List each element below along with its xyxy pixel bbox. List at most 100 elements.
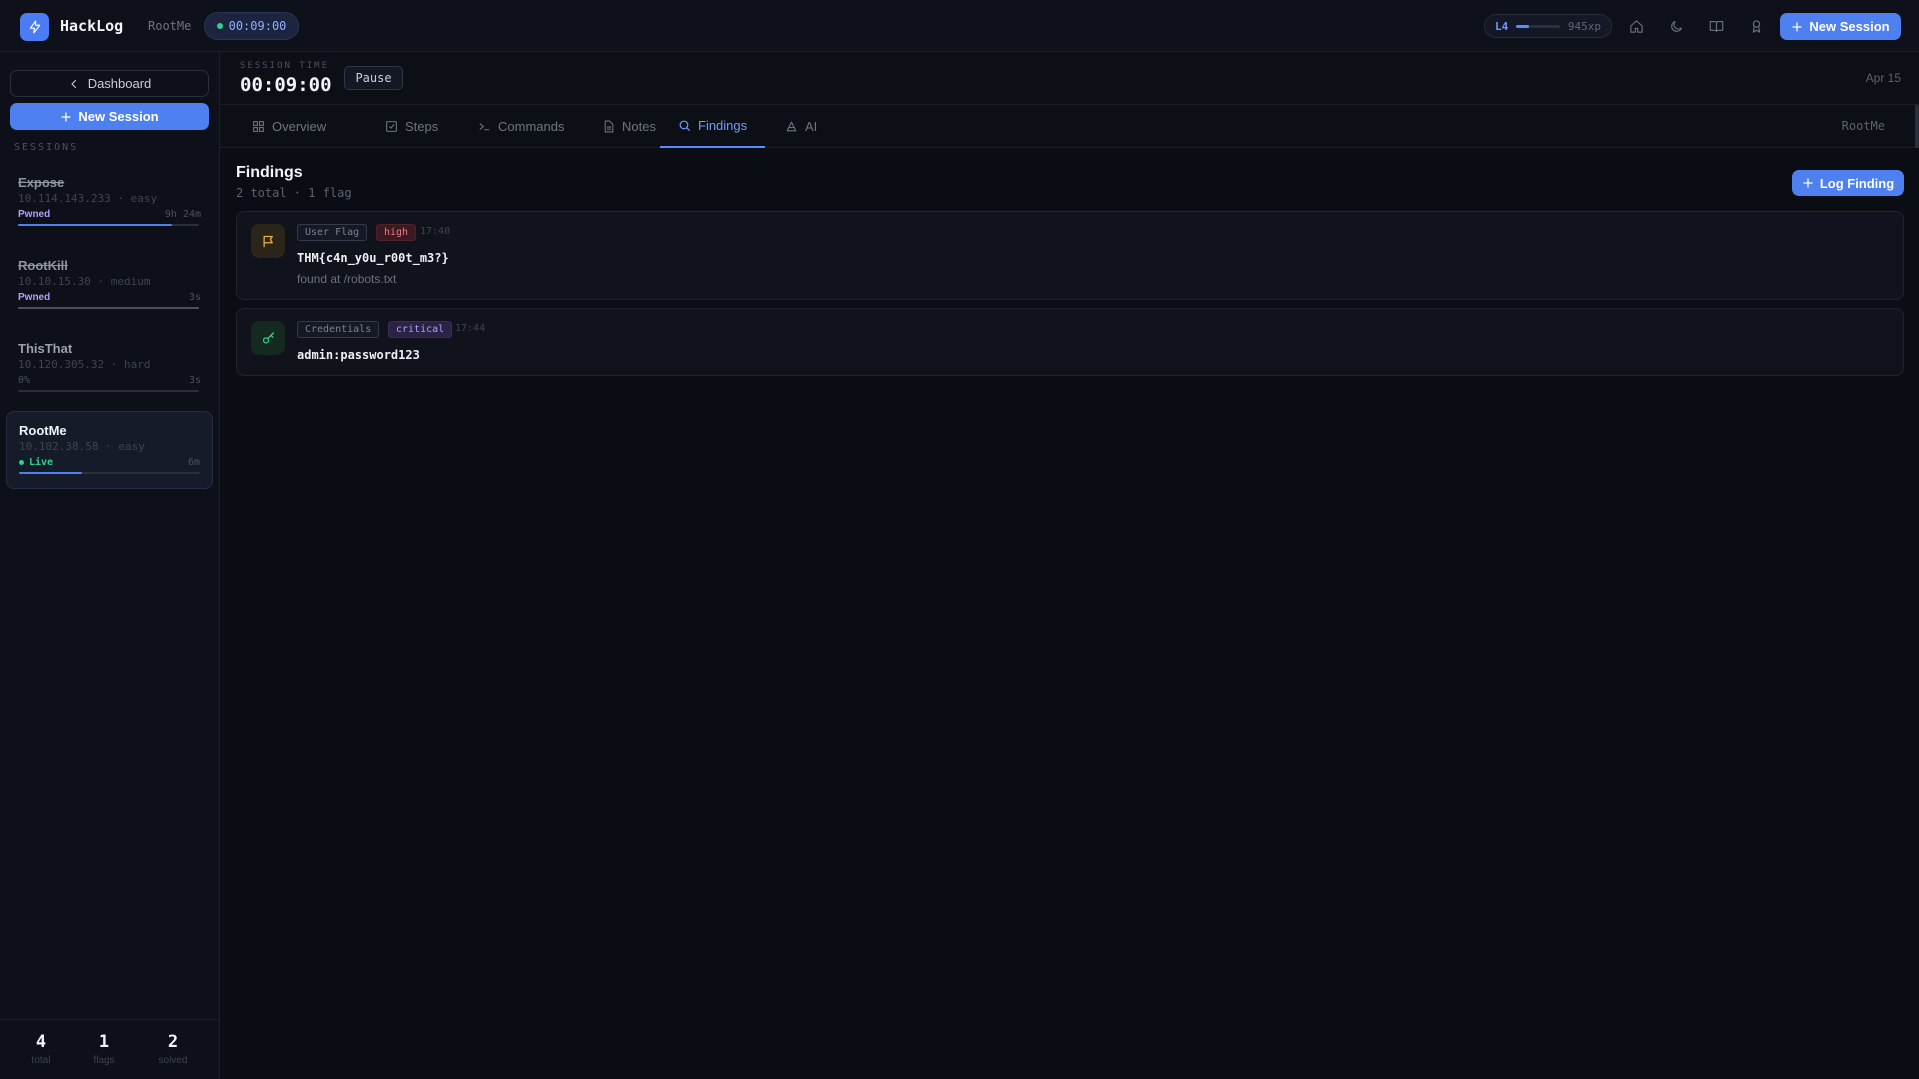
log-finding-label: Log Finding [1819,175,1895,191]
log-finding-button[interactable]: Log Finding [1792,170,1904,196]
stat-total: 4 total [11,1032,71,1066]
scrollbar[interactable] [1915,105,1919,148]
plus-icon [61,111,72,122]
plus-icon [1792,21,1803,32]
severity-badge: high [376,224,417,241]
session-timer-pill[interactable]: 00:09:00 [204,12,299,40]
tab-label: Steps [405,119,439,134]
moon-icon[interactable] [1664,14,1688,38]
stat-solved: 2 solved [143,1032,203,1066]
xp-progress-fill [1516,24,1530,28]
session-date: Apr 15 [1865,71,1901,85]
tab-findings[interactable]: Findings [660,105,766,148]
level-badge: L4 [1495,19,1509,33]
xp-progress-bar [1516,24,1560,28]
sidebar-new-session-button[interactable]: New Session [10,103,209,130]
pause-button[interactable]: Pause [344,66,403,90]
session-progress-bar [18,224,199,226]
tab-bar: Overview Steps Commands Notes Findings A… [220,105,1919,148]
finding-note: found at /robots.txt [297,272,397,286]
session-status-live: Live [19,457,53,468]
session-progress-fill [18,224,172,226]
stat-value: 1 [98,1032,110,1052]
session-item-expose[interactable]: Expose 10.114.143.233 · easy Pwned 9h 24… [6,164,213,240]
stat-value: 2 [167,1032,179,1052]
session-duration: 6m [187,457,200,468]
stat-label: total [31,1055,51,1066]
session-meta: 10.114.143.233 · easy [18,192,158,205]
session-name: ThisThat [18,341,73,356]
session-duration: 9h 24m [164,209,201,220]
session-progress-bar [18,390,199,392]
plus-icon [1803,178,1813,188]
session-duration: 3s [188,375,201,386]
session-meta: 10.10.15.30 · medium [18,275,151,288]
tab-overview[interactable]: Overview [234,105,344,148]
book-icon[interactable] [1704,14,1728,38]
session-item-thisthat[interactable]: ThisThat 10.120.305.32 · hard 0% 3s [6,330,213,406]
checkbox-icon [386,121,397,132]
award-icon[interactable] [1744,14,1768,38]
session-progress-bar [18,307,199,309]
session-progress-bar [19,472,200,474]
tab-label: Commands [498,119,565,134]
sidebar: Dashboard New Session SESSIONS Expose 10… [0,52,220,1079]
finding-time: 17:40 [420,226,451,237]
finding-time: 17:44 [455,323,486,334]
finding-value: admin:password123 [297,348,420,362]
stat-label: solved [158,1055,188,1066]
current-session-name: RootMe [148,19,192,33]
session-progress-fill [18,307,199,309]
ai-icon [786,121,797,132]
grid-icon [253,121,264,132]
stat-flags: 1 flags [74,1032,134,1066]
severity-badge: critical [388,321,453,338]
finding-card[interactable]: User Flag high 17:40 THM{c4n_y0u_r00t_m3… [236,211,1904,300]
finding-card[interactable]: Credentials critical 17:44 admin:passwor… [236,308,1904,376]
chevron-left-icon [71,79,76,88]
tab-ai[interactable]: AI [767,105,835,148]
tab-label: Overview [272,119,327,134]
session-status: Live [29,457,54,468]
session-status: Pwned [18,292,51,303]
home-icon[interactable] [1624,14,1648,38]
dashboard-label: Dashboard [87,76,152,91]
tab-label: AI [805,119,818,134]
session-stats: 4 total 1 flags 2 solved [0,1019,219,1079]
dashboard-button[interactable]: Dashboard [10,70,209,97]
timer-value: 00:09:00 [228,19,287,33]
new-session-label: New Session [1809,19,1890,34]
sidebar-new-session-label: New Session [78,109,159,124]
tab-label: Notes [622,119,656,134]
session-item-rootkill[interactable]: RootKill 10.10.15.30 · medium Pwned 3s [6,247,213,323]
finding-value: THM{c4n_y0u_r00t_m3?} [297,251,449,265]
tab-commands[interactable]: Commands [460,105,582,148]
session-name: RootMe [19,423,67,438]
live-dot-icon [19,460,24,465]
finding-type-badge: User Flag [297,224,368,241]
sessions-heading: SESSIONS [14,142,79,153]
live-dot-icon [216,23,223,29]
session-time-value: 00:09:00 [240,74,332,96]
app-name: HackLog [60,17,124,35]
file-text-icon [604,120,614,133]
session-duration: 3s [188,292,201,303]
session-time-label: SESSION TIME [240,61,330,71]
tab-session-name: RootMe [1841,119,1885,133]
lightning-icon[interactable] [20,13,49,41]
stat-label: flags [93,1055,115,1066]
session-status: 0% [18,375,31,386]
session-item-rootme[interactable]: RootMe 10.102.38.58 · easy Live 6m [6,411,213,489]
search-icon [679,120,690,131]
flag-icon [251,224,285,258]
session-header: SESSION TIME 00:09:00 Pause Apr 15 [220,52,1919,105]
key-icon [251,321,285,355]
new-session-button[interactable]: New Session [1780,13,1901,40]
terminal-icon [479,123,490,131]
findings-summary: 2 total · 1 flag [236,186,352,200]
xp-indicator[interactable]: L4 945xp [1484,14,1612,38]
session-progress-fill [19,472,83,474]
session-meta: 10.102.38.58 · easy [19,440,145,453]
top-bar: HackLog RootMe 00:09:00 L4 945xp New Ses… [0,0,1919,52]
tab-steps[interactable]: Steps [367,105,456,148]
